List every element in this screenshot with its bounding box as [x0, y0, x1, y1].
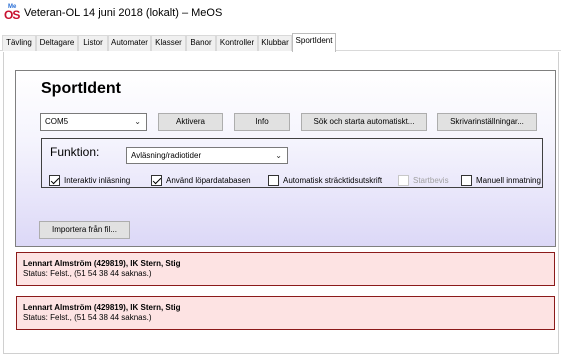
option-interactive-read[interactable]: Interaktiv inläsning — [49, 175, 130, 186]
option-label: Automatisk sträcktidsutskrift — [283, 176, 383, 185]
window-titlebar: Me OS Veteran-OL 14 juni 2018 (lokalt) – … — [0, 0, 561, 26]
readout-message: Lennart Almström (429819), IK Stern, Sti… — [16, 296, 555, 330]
tab-bar: Tävling Deltagare Listor Automater Klass… — [0, 33, 561, 52]
function-select[interactable]: Avläsning/radiotider ⌄ — [126, 147, 288, 164]
checkbox[interactable] — [268, 175, 279, 186]
function-group: Funktion: Avläsning/radiotider ⌄ Interak… — [41, 138, 543, 188]
option-label: Använd löpardatabasen — [166, 176, 251, 185]
message-runner: Lennart Almström (429819), IK Stern, Sti… — [23, 303, 181, 312]
printer-settings-button[interactable]: Skrivarinställningar... — [437, 113, 537, 131]
option-manual-entry[interactable]: Manuell inmatning — [461, 175, 541, 186]
tab-deltagare[interactable]: Deltagare — [36, 35, 78, 51]
import-file-button[interactable]: Importera från fil... — [39, 221, 130, 239]
function-label: Funktion: — [50, 145, 100, 159]
meos-app-icon: Me OS — [4, 4, 20, 22]
port-select-value: COM5 — [45, 117, 69, 126]
sportident-panel: SportIdent COM5 ⌄ Aktivera Info Sök och … — [15, 70, 556, 247]
tab-automater[interactable]: Automater — [108, 35, 151, 51]
tab-banor[interactable]: Banor — [186, 35, 216, 51]
autosearch-button[interactable]: Sök och starta automatiskt... — [301, 113, 427, 131]
tab-kontroller[interactable]: Kontroller — [216, 35, 258, 51]
readout-message: Lennart Almström (429819), IK Stern, Sti… — [16, 252, 555, 286]
window-title: Veteran-OL 14 juni 2018 (lokalt) – MeOS — [24, 7, 223, 19]
option-start-proof: Startbevis — [398, 175, 449, 186]
option-label: Manuell inmatning — [476, 176, 541, 185]
message-status: Status: Felst., (51 54 38 44 saknas.) — [23, 269, 152, 278]
tab-klasser[interactable]: Klasser — [151, 35, 186, 51]
tab-klubbar[interactable]: Klubbar — [258, 35, 292, 51]
tab-listor[interactable]: Listor — [78, 35, 108, 51]
function-select-value: Avläsning/radiotider — [131, 151, 202, 160]
option-label: Interaktiv inläsning — [64, 176, 131, 185]
port-select[interactable]: COM5 ⌄ — [40, 113, 147, 131]
checkbox — [398, 175, 409, 186]
tab-tavling[interactable]: Tävling — [2, 35, 36, 51]
panel-title: SportIdent — [41, 80, 121, 97]
chevron-down-icon: ⌄ — [275, 151, 282, 160]
activate-button[interactable]: Aktivera — [158, 113, 223, 131]
checkbox[interactable] — [461, 175, 472, 186]
message-status: Status: Felst., (51 54 38 44 saknas.) — [23, 313, 152, 322]
message-runner: Lennart Almström (429819), IK Stern, Sti… — [23, 259, 181, 268]
option-label: Startbevis — [413, 176, 449, 185]
option-auto-split-print[interactable]: Automatisk sträcktidsutskrift — [268, 175, 382, 186]
option-runner-database[interactable]: Använd löpardatabasen — [151, 175, 251, 186]
chevron-down-icon: ⌄ — [134, 117, 141, 126]
checkbox[interactable] — [151, 175, 162, 186]
checkbox[interactable] — [49, 175, 60, 186]
tab-sportident[interactable]: SportIdent — [292, 33, 336, 52]
info-button[interactable]: Info — [234, 113, 290, 131]
